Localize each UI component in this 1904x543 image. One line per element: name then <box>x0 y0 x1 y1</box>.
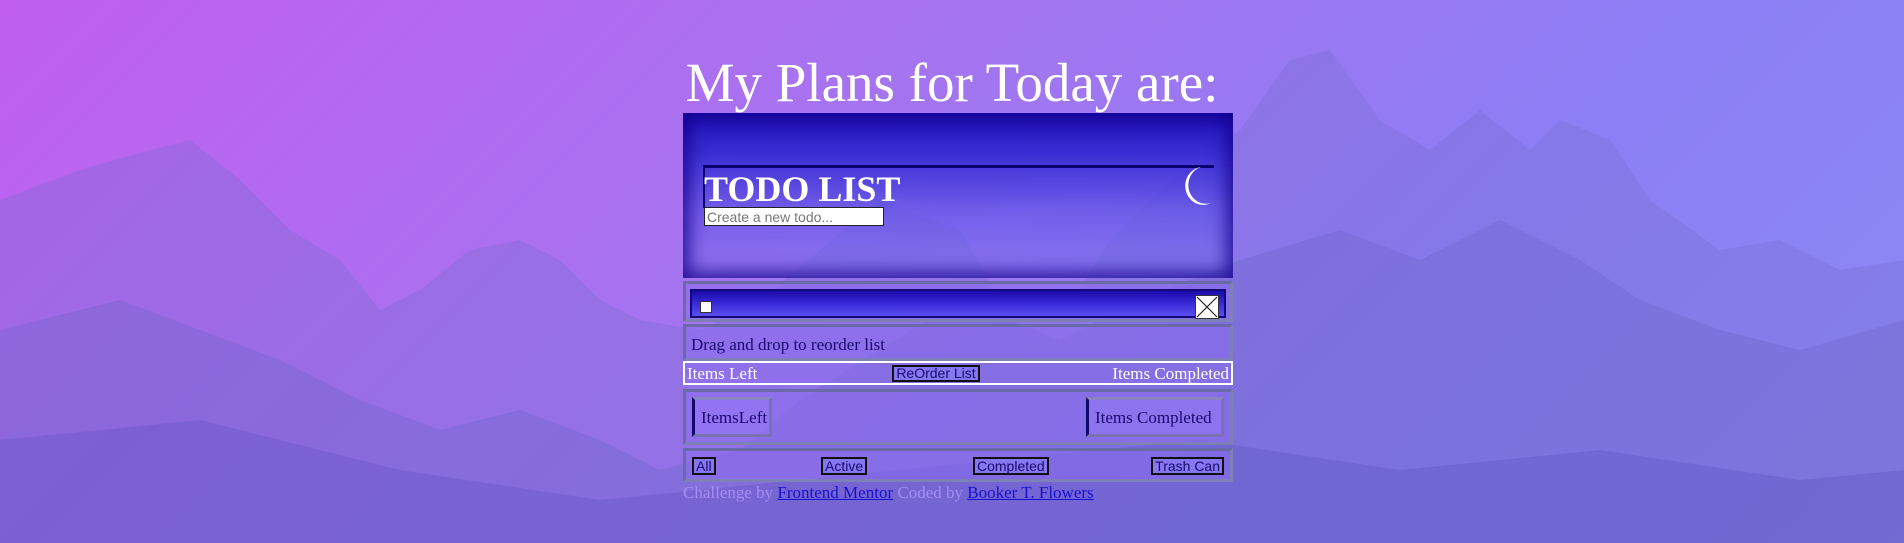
counts-panel: ItemsLeft Items Completed <box>683 389 1233 445</box>
todo-item-bar[interactable] <box>690 289 1226 319</box>
author-link[interactable]: Booker T. Flowers <box>967 483 1093 502</box>
footer-prefix: Challenge by <box>683 483 774 502</box>
items-left-count: ItemsLeft <box>692 397 772 437</box>
app-title: TODO LIST <box>704 169 901 209</box>
reorder-list-button[interactable]: ReOrder List <box>892 365 980 382</box>
filter-completed-button[interactable]: Completed <box>973 457 1049 475</box>
items-completed-count: Items Completed <box>1086 397 1224 437</box>
filter-all-button[interactable]: All <box>692 457 716 475</box>
filter-bar: All Active Completed Trash Can <box>683 448 1233 482</box>
todo-header: TODO LIST <box>683 113 1233 278</box>
items-completed-label: Items Completed <box>1112 364 1229 383</box>
drag-hint-panel: Drag and drop to reorder list <box>683 324 1233 361</box>
frontend-mentor-link[interactable]: Frontend Mentor <box>777 483 893 502</box>
info-bar: Items Left ReOrder List Items Completed <box>683 361 1233 385</box>
trash-can-button[interactable]: Trash Can <box>1151 457 1224 475</box>
close-icon <box>1196 296 1218 318</box>
new-todo-input[interactable] <box>704 207 884 226</box>
checkbox-icon[interactable] <box>700 301 712 313</box>
filter-active-button[interactable]: Active <box>821 457 868 475</box>
footer-coded-by: Coded by <box>897 483 963 502</box>
page-title: My Plans for Today are: <box>685 52 1219 113</box>
todo-item <box>683 281 1233 322</box>
delete-button[interactable] <box>1195 295 1219 319</box>
moon-icon[interactable] <box>1179 165 1213 207</box>
footer: Challenge by Frontend Mentor Coded by Bo… <box>683 483 1094 503</box>
items-left-label: Items Left <box>687 364 758 383</box>
drag-hint-text: Drag and drop to reorder list <box>691 335 886 354</box>
